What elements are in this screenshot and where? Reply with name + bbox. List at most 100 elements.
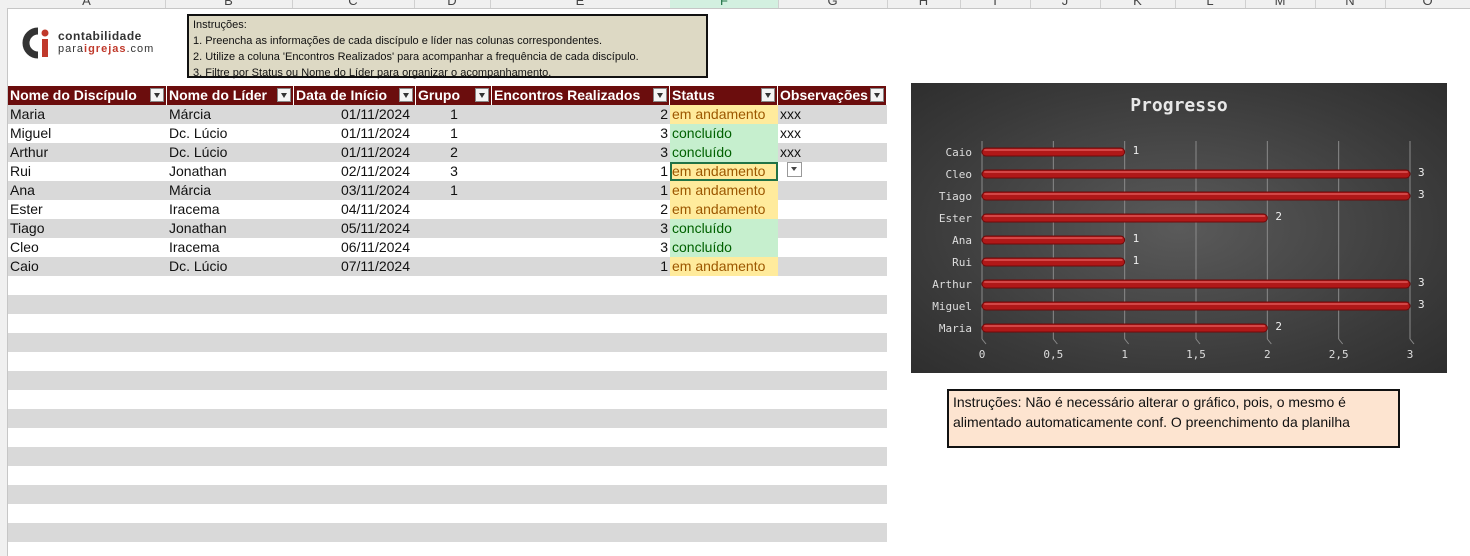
cell-lider[interactable]: Dc. Lúcio	[167, 143, 294, 162]
cell-nome[interactable]: Miguel	[8, 124, 167, 143]
column-header-data: Data de Início	[294, 86, 416, 105]
cell-lider[interactable]: Márcia	[167, 105, 294, 124]
column-letter-f[interactable]: F	[670, 0, 779, 8]
filter-dropdown-icon[interactable]	[277, 88, 291, 102]
cell-data[interactable]: 03/11/2024	[294, 181, 416, 200]
table-row: Maria Márcia 01/11/2024 1 2 em andamento xxx	[8, 105, 887, 124]
cell-lider[interactable]: Dc. Lúcio	[167, 124, 294, 143]
chart-note-box[interactable]: Instruções: Não é necessário alterar o g…	[947, 389, 1400, 448]
cell-encontros[interactable]: 2	[492, 200, 670, 219]
cell-status[interactable]: em andamento	[670, 162, 778, 181]
empty-row-band	[8, 409, 887, 428]
column-letter-j[interactable]: J	[1030, 0, 1101, 8]
cell-status[interactable]: em andamento	[670, 257, 778, 276]
table-row: Ester Iracema 04/11/2024 2 em andamento	[8, 200, 887, 219]
cell-obs[interactable]: xxx	[778, 105, 887, 124]
cell-grupo[interactable]: 2	[416, 143, 492, 162]
column-letter-m[interactable]: M	[1245, 0, 1316, 8]
cell-encontros[interactable]: 3	[492, 124, 670, 143]
cell-lider[interactable]: Iracema	[167, 200, 294, 219]
data-label: 3	[1418, 188, 1425, 201]
column-letter-a[interactable]: A	[8, 0, 166, 8]
cell-lider[interactable]: Márcia	[167, 181, 294, 200]
column-letter-h[interactable]: H	[887, 0, 961, 8]
cell-lider[interactable]: Iracema	[167, 238, 294, 257]
cell-obs[interactable]	[778, 181, 887, 200]
column-letter-g[interactable]: G	[778, 0, 888, 8]
cell-nome[interactable]: Arthur	[8, 143, 167, 162]
cell-nome[interactable]: Maria	[8, 105, 167, 124]
cell-encontros[interactable]: 1	[492, 162, 670, 181]
cell-encontros[interactable]: 3	[492, 143, 670, 162]
cell-encontros[interactable]: 1	[492, 257, 670, 276]
cell-nome[interactable]: Cleo	[8, 238, 167, 257]
cell-obs[interactable]	[778, 238, 887, 257]
cell-data[interactable]: 06/11/2024	[294, 238, 416, 257]
cell-status[interactable]: em andamento	[670, 200, 778, 219]
column-letter-i[interactable]: I	[960, 0, 1031, 8]
progress-chart[interactable]: Progresso 0 0,5 1 1,5 2 2,5 3 Caio 1 Cleo 3 Tiago 3 Es…	[911, 83, 1447, 373]
bar-highlight	[984, 281, 1408, 283]
cell-lider[interactable]: Dc. Lúcio	[167, 257, 294, 276]
cell-lider[interactable]: Jonathan	[167, 162, 294, 181]
cell-nome[interactable]: Tiago	[8, 219, 167, 238]
status-dropdown-button[interactable]	[787, 162, 802, 177]
cell-encontros[interactable]: 2	[492, 105, 670, 124]
cell-nome[interactable]: Caio	[8, 257, 167, 276]
cell-grupo[interactable]: 1	[416, 181, 492, 200]
cell-data[interactable]: 01/11/2024	[294, 124, 416, 143]
cell-data[interactable]: 04/11/2024	[294, 200, 416, 219]
column-letter-l[interactable]: L	[1175, 0, 1246, 8]
cell-encontros[interactable]: 3	[492, 238, 670, 257]
bar-highlight	[984, 149, 1123, 151]
instructions-box[interactable]: Instruções: 1. Preencha as informações d…	[187, 14, 708, 79]
cell-status[interactable]: concluído	[670, 219, 778, 238]
cell-data[interactable]: 01/11/2024	[294, 143, 416, 162]
filter-dropdown-icon[interactable]	[761, 88, 775, 102]
cell-data[interactable]: 05/11/2024	[294, 219, 416, 238]
cell-lider[interactable]: Jonathan	[167, 219, 294, 238]
cell-encontros[interactable]: 3	[492, 219, 670, 238]
filter-dropdown-icon[interactable]	[653, 88, 667, 102]
filter-dropdown-icon[interactable]	[150, 88, 164, 102]
filter-dropdown-icon[interactable]	[475, 88, 489, 102]
column-letter-o[interactable]: O	[1385, 0, 1470, 8]
cell-nome[interactable]: Ana	[8, 181, 167, 200]
cell-obs[interactable]	[778, 257, 887, 276]
column-letter-k[interactable]: K	[1100, 0, 1176, 8]
cell-status[interactable]: concluído	[670, 238, 778, 257]
cell-status[interactable]: em andamento	[670, 105, 778, 124]
cell-data[interactable]: 02/11/2024	[294, 162, 416, 181]
column-header-bar: ABCDEFGHIJKLMNO	[0, 0, 1470, 9]
cell-data[interactable]: 07/11/2024	[294, 257, 416, 276]
cell-status[interactable]: concluído	[670, 124, 778, 143]
cell-grupo[interactable]: 3	[416, 162, 492, 181]
filter-dropdown-icon[interactable]	[870, 88, 884, 102]
chart-title: Progresso	[1130, 95, 1228, 116]
cell-status[interactable]: concluído	[670, 143, 778, 162]
cell-grupo[interactable]	[416, 257, 492, 276]
cell-data[interactable]: 01/11/2024	[294, 105, 416, 124]
cell-obs[interactable]	[778, 200, 887, 219]
column-letter-n[interactable]: N	[1315, 0, 1386, 8]
cell-nome[interactable]: Rui	[8, 162, 167, 181]
filter-dropdown-icon[interactable]	[399, 88, 413, 102]
cell-status[interactable]: em andamento	[670, 181, 778, 200]
column-letter-b[interactable]: B	[165, 0, 293, 8]
bar-highlight	[984, 193, 1408, 195]
cell-grupo[interactable]: 1	[416, 105, 492, 124]
cell-grupo[interactable]	[416, 200, 492, 219]
column-letter-c[interactable]: C	[292, 0, 415, 8]
cell-obs[interactable]	[778, 219, 887, 238]
column-letter-e[interactable]: E	[490, 0, 671, 8]
cell-grupo[interactable]: 1	[416, 124, 492, 143]
cell-grupo[interactable]	[416, 219, 492, 238]
cell-encontros[interactable]: 1	[492, 181, 670, 200]
y-category-label: Ester	[939, 212, 972, 225]
cell-nome[interactable]: Ester	[8, 200, 167, 219]
cell-grupo[interactable]	[416, 238, 492, 257]
y-category-label: Tiago	[939, 190, 972, 203]
column-letter-d[interactable]: D	[414, 0, 491, 8]
cell-obs[interactable]: xxx	[778, 143, 887, 162]
cell-obs[interactable]: xxx	[778, 124, 887, 143]
